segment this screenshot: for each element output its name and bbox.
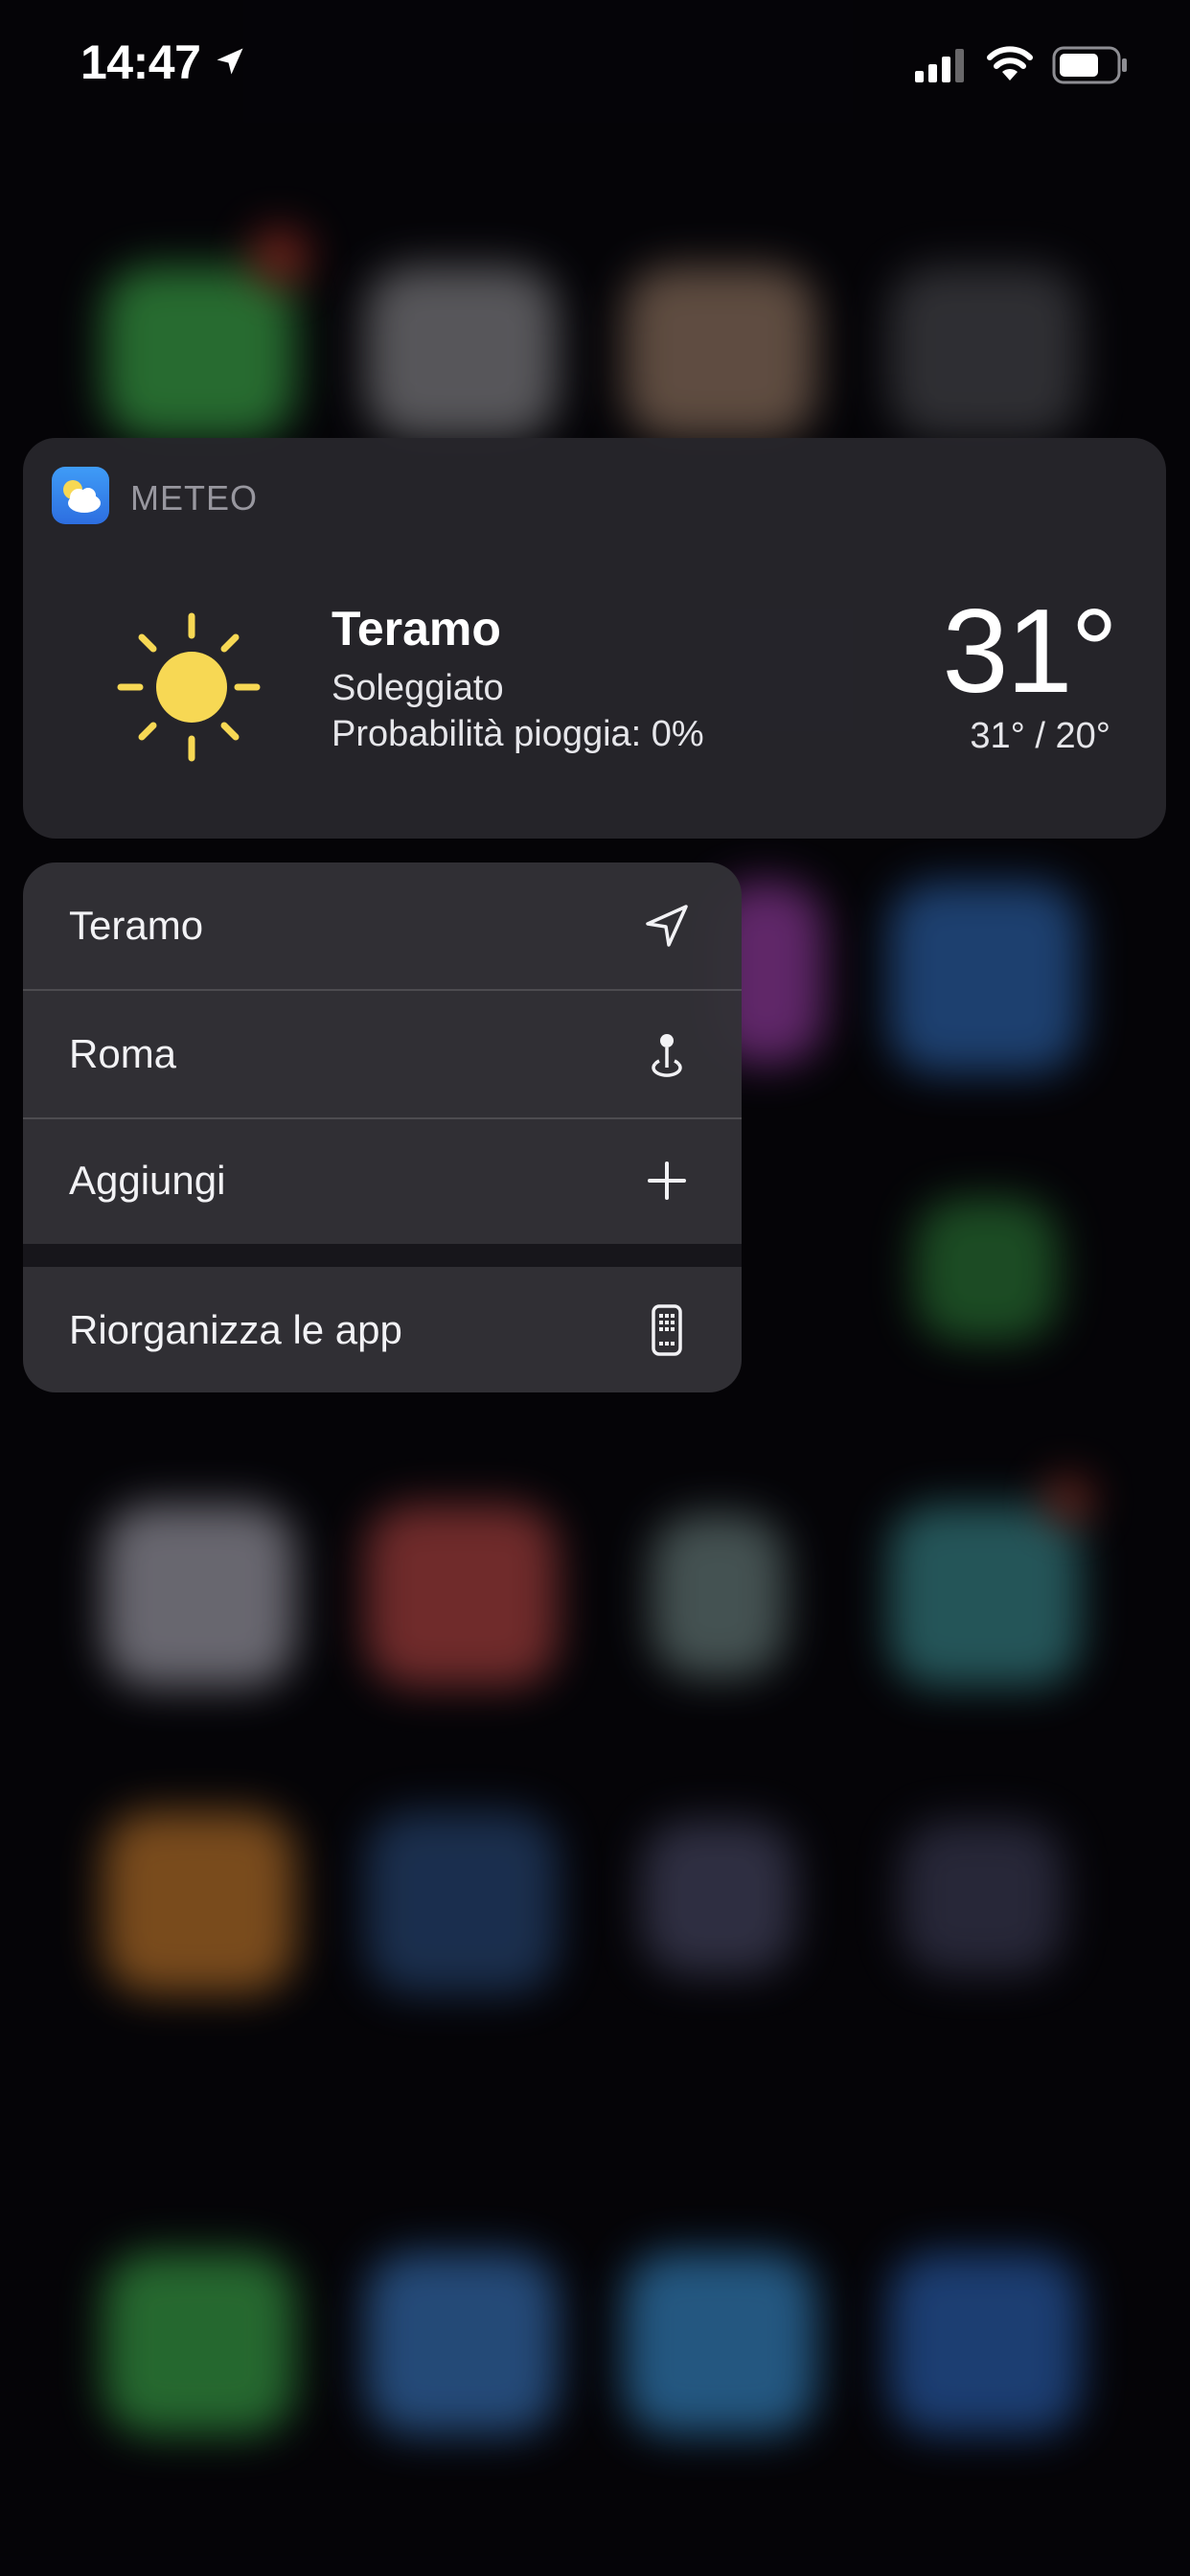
menu-item-label: Riorganizza le app (69, 1307, 402, 1352)
menu-section-divider (23, 1244, 742, 1267)
menu-item-roma[interactable]: Roma (23, 991, 742, 1117)
menu-item-teramo[interactable]: Teramo (23, 862, 742, 989)
quick-actions-menu: Teramo Roma Aggiungi Riorganizza le app (23, 862, 742, 1392)
wifi-icon (987, 46, 1033, 80)
menu-item-riorganizza[interactable]: Riorganizza le app (23, 1267, 742, 1392)
widget-temperature: 31° (942, 586, 1118, 718)
widget-condition: Soleggiato (332, 668, 504, 708)
location-services-icon (217, 48, 243, 75)
cellular-signal-icon (915, 49, 964, 82)
menu-item-label: Aggiungi (69, 1158, 226, 1203)
menu-item-label: Roma (69, 1031, 177, 1076)
phone-grid-icon (652, 1304, 682, 1356)
battery-icon (1052, 46, 1127, 84)
status-bar: 14:47 (0, 0, 1190, 129)
location-arrow-icon (646, 905, 688, 947)
weather-widget[interactable]: METEO Teramo Soleggiato Probabilità piog… (23, 438, 1166, 839)
map-pin-icon (652, 1034, 682, 1077)
weather-app-icon (52, 467, 109, 524)
menu-item-aggiungi[interactable]: Aggiungi (23, 1117, 742, 1244)
status-time: 14:47 (80, 35, 201, 89)
widget-city: Teramo (332, 602, 501, 656)
plus-icon (648, 1162, 686, 1200)
widget-app-name: METEO (130, 478, 259, 518)
menu-item-label: Teramo (69, 903, 204, 948)
widget-rain-chance: Probabilità pioggia: 0% (332, 714, 704, 754)
widget-temperature-range: 31° / 20° (970, 716, 1110, 756)
sun-icon (117, 612, 261, 762)
